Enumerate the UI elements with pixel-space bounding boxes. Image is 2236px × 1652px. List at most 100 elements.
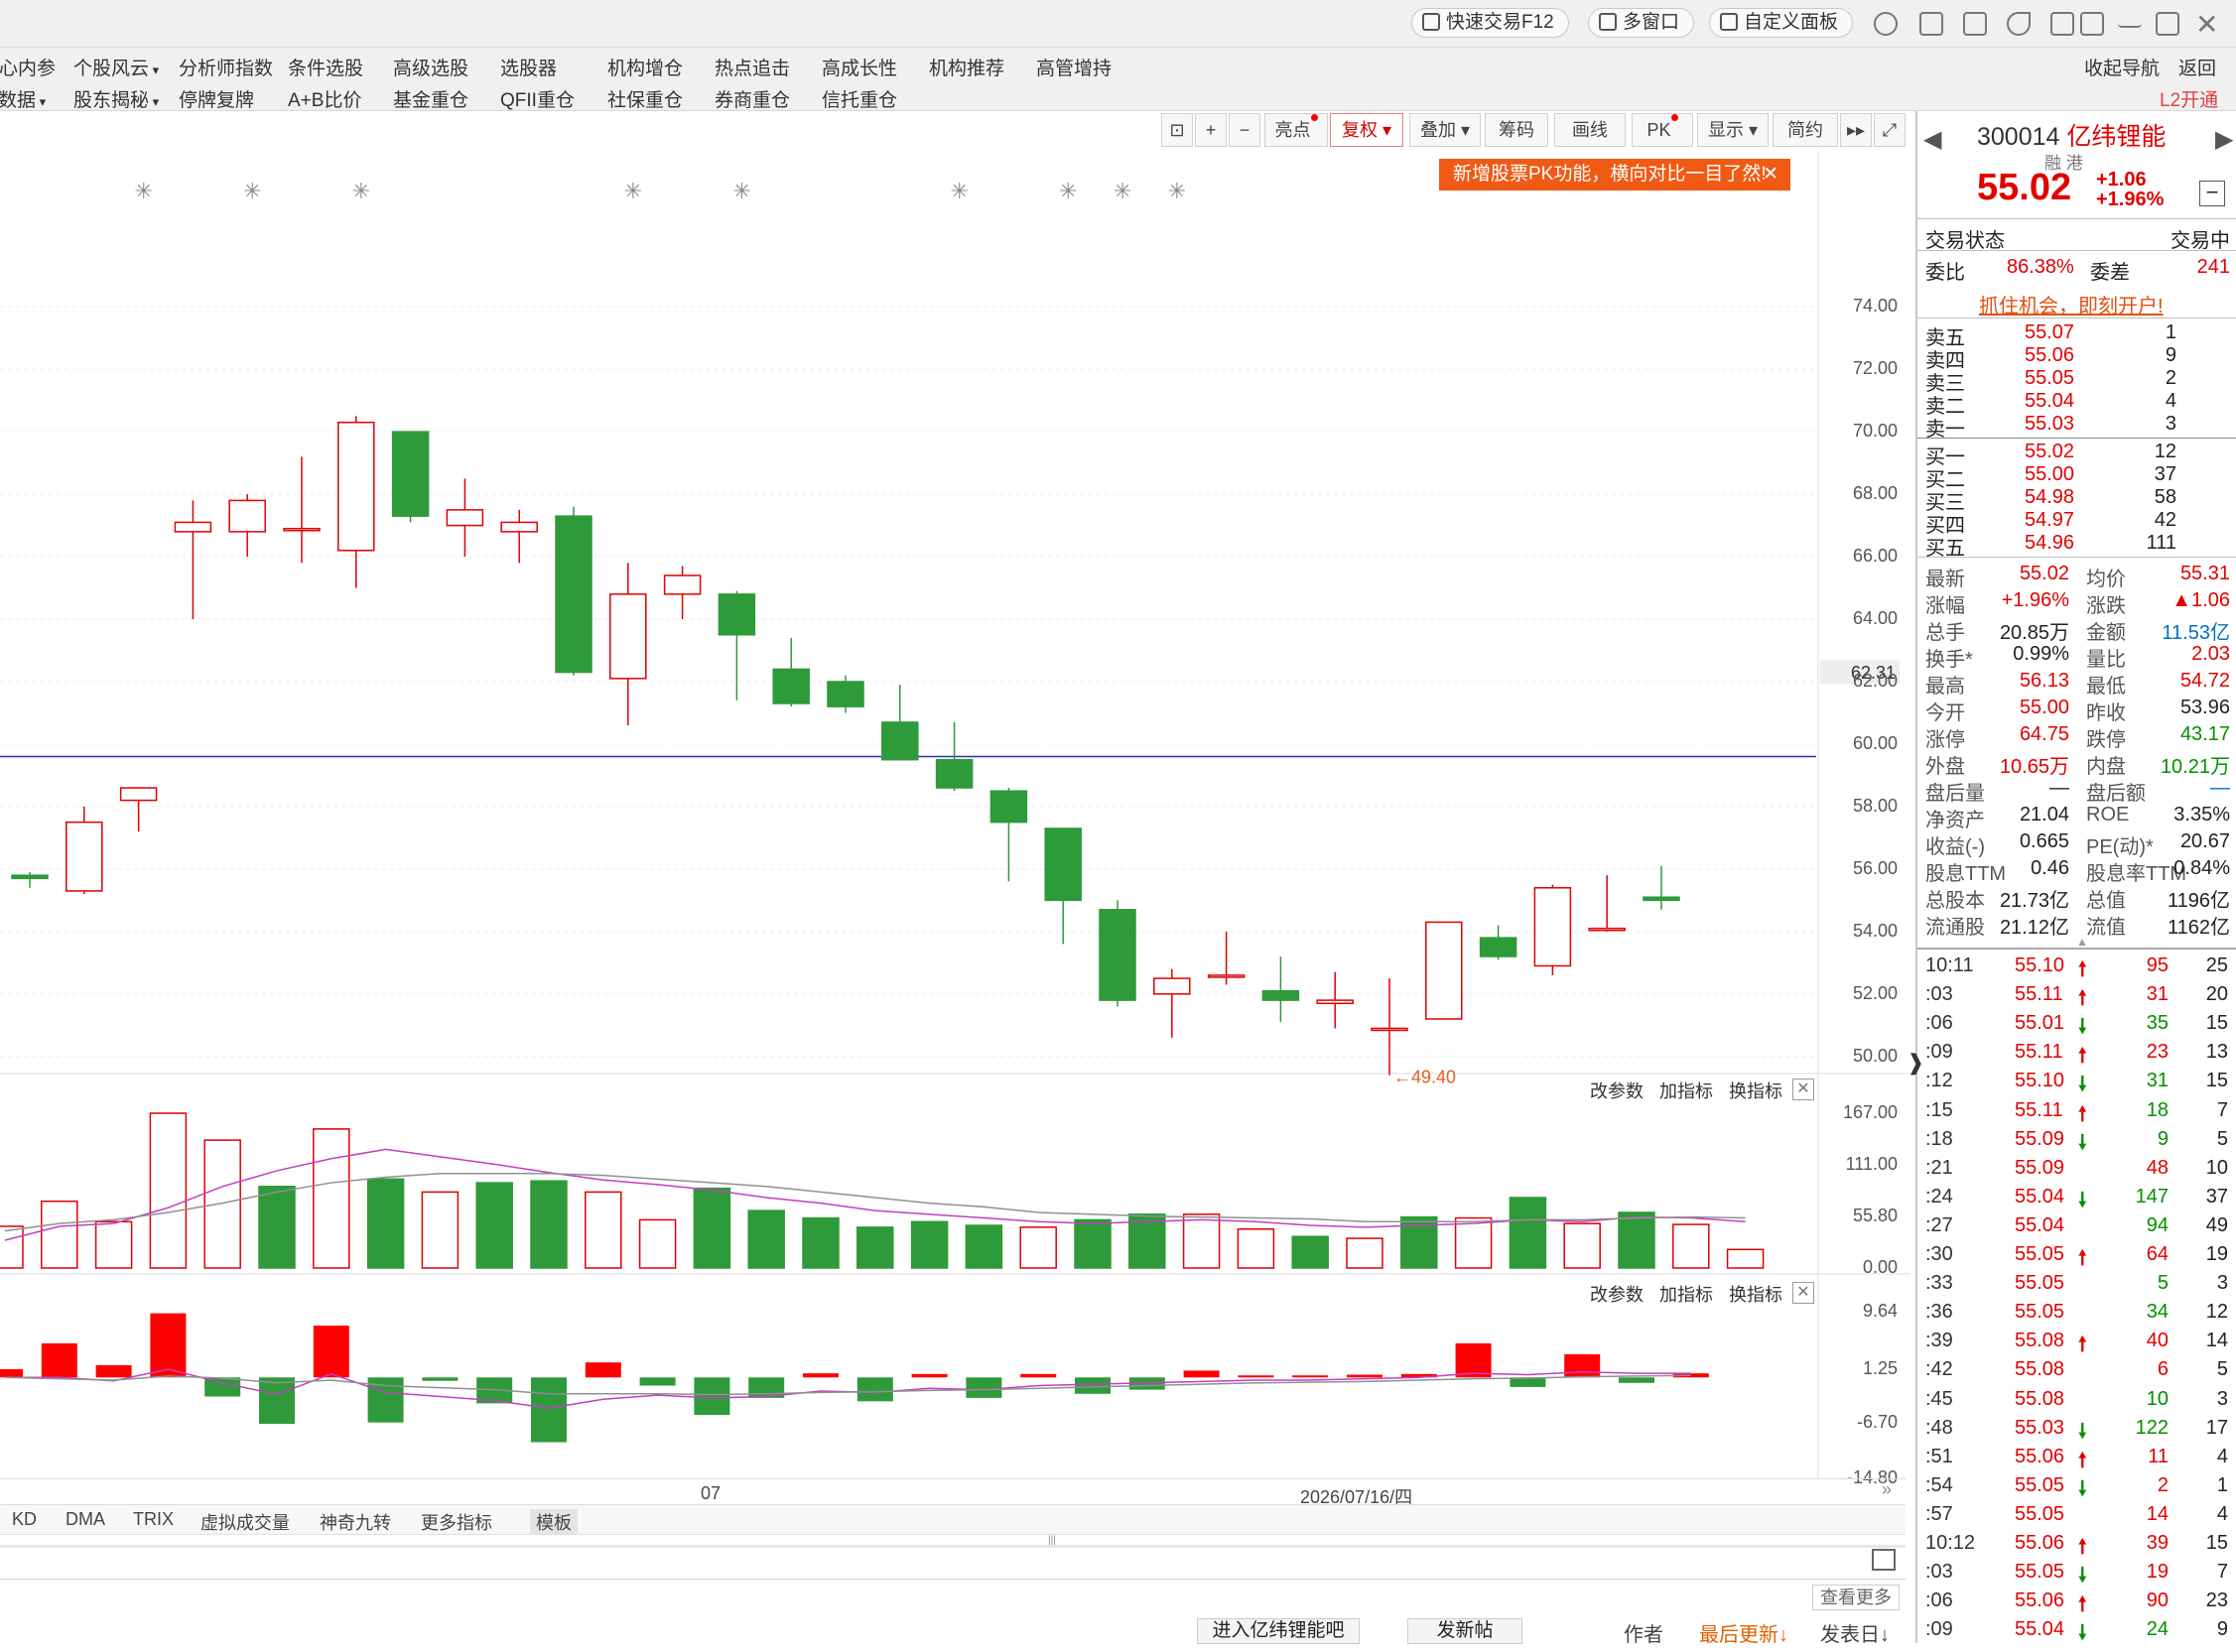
macd-bar[interactable] [0,1369,23,1378]
volume-bar[interactable] [1291,1235,1329,1269]
candle[interactable] [718,590,756,700]
indicator-tab[interactable]: KD [12,1509,37,1530]
volume-bar[interactable] [910,1220,949,1269]
event-marker-icon[interactable]: ✳ [1168,179,1186,203]
volume-bar[interactable] [1454,1216,1493,1269]
candle[interactable] [446,478,484,558]
prev-stock-icon[interactable]: ◀ [1923,125,1941,154]
volume-bar[interactable] [258,1186,296,1269]
back-icon[interactable] [2007,12,2031,36]
menu-item[interactable]: 高级选股 [393,54,468,80]
panel-toggle-icon[interactable] [1872,1549,1896,1571]
event-marker-icon[interactable]: ✳ [732,179,750,203]
candle[interactable] [500,509,538,564]
volume-bar[interactable] [41,1200,78,1269]
indicator-tab[interactable]: TRIX [133,1509,174,1530]
macd-bar[interactable] [911,1373,948,1378]
candle[interactable] [827,675,864,713]
menu-item[interactable]: 数据 [0,85,46,112]
volume-bar[interactable] [1074,1218,1112,1269]
ask-row[interactable]: 卖五 55.07 1 [1917,321,2236,349]
volume-bar[interactable] [585,1191,622,1269]
shirt-icon[interactable] [2050,12,2074,36]
quick-trade-button[interactable]: 快速交易F12 [1411,8,1569,38]
menu-item[interactable]: 高管增持 [1036,54,1112,80]
macd-bar[interactable] [1564,1353,1601,1378]
volume-bar[interactable] [1237,1228,1275,1269]
indicator-tab[interactable]: DMA [66,1509,105,1530]
collapse-icon[interactable]: − [2199,181,2225,206]
menu-item[interactable]: 机构增仓 [607,54,683,80]
macd-bar[interactable] [1238,1375,1274,1378]
swap-indicator-link[interactable]: 换指标 [1729,1285,1782,1305]
candle[interactable] [1425,921,1463,1020]
volume-bar[interactable] [366,1178,405,1269]
candle[interactable] [1533,884,1572,975]
volume-bar[interactable] [149,1112,188,1269]
macd-bar[interactable] [1075,1377,1111,1394]
menu-item[interactable]: 热点追击 [715,54,790,80]
indicator-tab[interactable]: 模板 [530,1509,578,1535]
user-icon[interactable] [1874,12,1898,36]
volume-bar[interactable] [1672,1223,1710,1269]
candle[interactable] [1044,827,1082,945]
candle[interactable] [663,566,702,620]
ask-row[interactable]: 卖二 55.04 4 [1917,390,2236,418]
volume-bar[interactable] [94,1220,133,1269]
candle[interactable] [1316,971,1354,1029]
volume-bar[interactable] [693,1187,731,1269]
event-marker-icon[interactable]: ✳ [951,179,969,203]
macd-bar[interactable] [422,1377,459,1381]
volume-bar[interactable] [530,1180,568,1269]
candle[interactable] [283,456,321,564]
close-pane-icon[interactable]: ✕ [1792,1079,1814,1100]
back-link[interactable]: 返回 [2178,54,2216,80]
candle[interactable] [1153,968,1191,1038]
menu-item[interactable]: 机构推荐 [929,54,1004,80]
candle[interactable] [1371,978,1408,1076]
resize-handle-icon[interactable]: ||| [1048,1535,1056,1546]
panel-splitter-icon[interactable]: ❱ [1907,1050,1924,1076]
volume-bar[interactable] [965,1224,1003,1269]
volume-bar[interactable] [475,1182,513,1269]
candle[interactable] [119,787,158,832]
macd-bar[interactable] [1292,1375,1329,1378]
candle[interactable] [555,506,592,676]
macd-bar[interactable] [585,1362,621,1378]
volume-bar[interactable] [1563,1222,1601,1269]
collapse-nav-link[interactable]: 收起导航 [2084,54,2160,80]
swap-indicator-link[interactable]: 换指标 [1729,1081,1782,1101]
edit-params-link[interactable]: 改参数 [1590,1285,1644,1305]
macd-bar[interactable] [1347,1374,1382,1378]
multi-window-button[interactable]: 多窗口 [1588,8,1695,38]
macd-bar[interactable] [1020,1373,1057,1378]
ask-row[interactable]: 卖三 55.05 2 [1917,367,2236,395]
macd-bar[interactable] [41,1342,77,1378]
indicator-tab[interactable]: 更多指标 [421,1509,492,1535]
macd-bar[interactable] [966,1377,1002,1398]
indicator-tab[interactable]: 虚拟成交量 [200,1509,290,1535]
event-marker-icon[interactable]: ✳ [1114,179,1131,203]
edit-params-link[interactable]: 改参数 [1590,1081,1644,1101]
volume-bar[interactable] [747,1209,785,1269]
ask-row[interactable]: 卖一 55.03 3 [1917,413,2236,441]
bid-row[interactable]: 买三 54.98 58 [1917,486,2236,514]
bid-row[interactable]: 买五 54.96 111 [1917,532,2236,560]
menu-item[interactable]: 核心内参 [0,54,56,80]
menu-item[interactable]: 条件选股 [288,54,363,80]
mail-icon[interactable] [1919,12,1943,36]
macd-bar[interactable] [856,1377,893,1402]
macd-bar[interactable] [639,1377,676,1386]
candle[interactable] [1261,956,1300,1023]
volume-bar[interactable] [421,1191,460,1269]
candle[interactable] [11,872,49,888]
close-pane-icon[interactable]: ✕ [1792,1282,1814,1304]
candle[interactable] [66,806,103,895]
event-marker-icon[interactable]: ✳ [352,179,370,203]
indicator-tab[interactable]: 神奇九转 [320,1509,391,1535]
volume-bar[interactable] [856,1226,894,1269]
macd-bar[interactable] [95,1364,132,1378]
candle[interactable] [1479,925,1517,960]
macd-bar[interactable] [1619,1377,1654,1383]
macd-bar[interactable] [150,1313,187,1378]
